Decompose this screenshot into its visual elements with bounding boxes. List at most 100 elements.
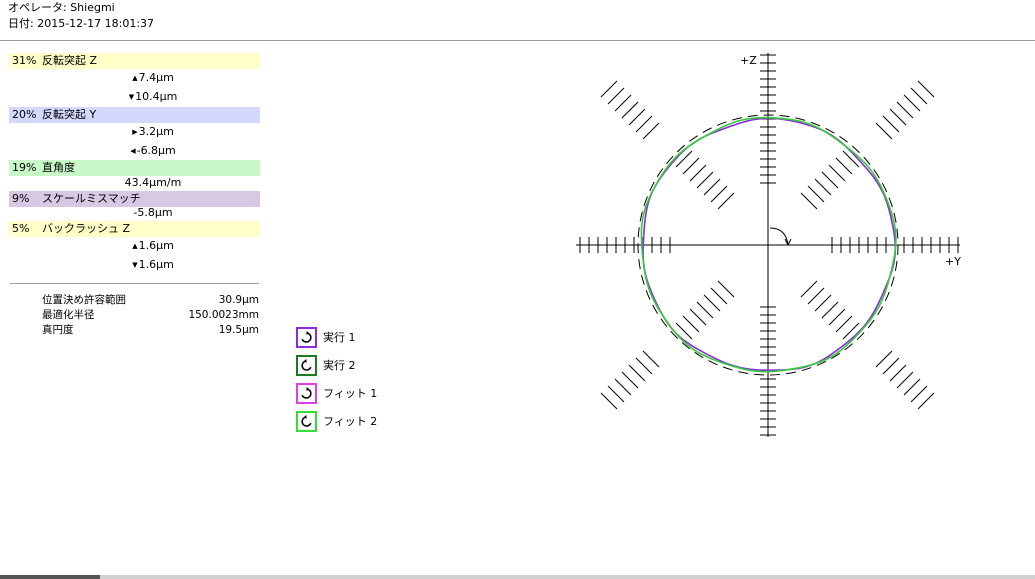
hatch-mark	[875, 350, 893, 368]
hatch-mark	[607, 87, 625, 105]
error-value: ▼1.6μm	[93, 258, 213, 272]
error-band: 19% 直角度	[9, 160, 260, 176]
hatch-mark	[628, 108, 646, 126]
summary-value: 30.9μm	[218, 294, 259, 306]
error-value-text: 3.2μm	[138, 125, 174, 138]
hatch-mark	[910, 87, 928, 105]
legend-label: 実行 2	[323, 359, 356, 372]
hatch-mark	[800, 192, 818, 210]
hatch-mark	[710, 185, 728, 203]
hatch-mark	[903, 94, 921, 112]
hatch-mark	[807, 185, 825, 203]
direction-arrow-icon: ▼	[132, 261, 138, 269]
hatch-mark	[917, 80, 935, 98]
legend-toggle-2[interactable]	[296, 355, 317, 376]
hatch-mark	[875, 122, 893, 140]
legend-label: フィット 1	[323, 387, 378, 400]
plot-axes	[576, 53, 960, 437]
scrollbar-thumb[interactable]	[0, 575, 100, 579]
error-percent: 9%	[12, 192, 30, 205]
summary-divider	[10, 283, 259, 284]
summary-label: 真円度	[42, 324, 74, 336]
hatch-mark	[828, 164, 846, 182]
hatch-mark	[696, 301, 714, 319]
error-value: ▼10.4μm	[93, 90, 213, 104]
hatch-mark	[917, 392, 935, 410]
legend-label: 実行 1	[323, 331, 356, 344]
hatch-mark	[903, 378, 921, 396]
axis-y-label: +Y	[945, 255, 961, 268]
hatch-mark	[621, 101, 639, 119]
rotate-clockwise-icon	[301, 331, 312, 343]
error-value-text: 10.4μm	[135, 90, 178, 103]
error-value-text: -6.8μm	[136, 144, 176, 157]
hatch-mark	[910, 385, 928, 403]
hatch-mark	[814, 178, 832, 196]
hatch-mark	[882, 357, 900, 375]
direction-arrow-icon: ▲	[132, 242, 138, 250]
legend-toggle-4[interactable]	[296, 411, 317, 432]
hatch-mark	[896, 371, 914, 389]
error-value-text: 1.6μm	[138, 258, 174, 271]
error-value-text: -5.8μm	[133, 206, 173, 219]
summary-label: 位置決め許容範囲	[42, 294, 126, 306]
hatch-mark	[600, 80, 618, 98]
hatch-mark	[800, 280, 818, 298]
rotate-counterclockwise-icon	[301, 359, 312, 371]
error-percent: 5%	[12, 222, 30, 235]
operator-label: オペレータ: Shiegmi	[8, 1, 115, 14]
rotate-counterclockwise-icon	[301, 415, 312, 427]
hatch-mark	[682, 157, 700, 175]
axis-z-label: +Z	[740, 54, 757, 67]
hatch-mark	[717, 280, 735, 298]
hatch-mark	[635, 115, 653, 133]
error-name: 反転突起 Y	[42, 108, 97, 121]
circular-test-plot: +Z +Y	[576, 53, 961, 437]
header-divider	[0, 40, 1035, 41]
hatch-mark	[635, 357, 653, 375]
summary-value: 150.0023mm	[188, 309, 259, 321]
hatch-mark	[703, 178, 721, 196]
hatch-mark	[696, 171, 714, 189]
direction-arrow-icon: ▼	[128, 93, 135, 101]
hatch-mark	[642, 122, 660, 140]
hatch-mark	[821, 171, 839, 189]
hatch-mark	[689, 164, 707, 182]
error-name: 直角度	[42, 161, 75, 174]
summary-label: 最適化半径	[42, 309, 95, 321]
error-value-text: 43.4μm/m	[124, 176, 182, 189]
hatch-mark	[628, 364, 646, 382]
hatch-mark	[814, 294, 832, 312]
hatch-mark	[835, 157, 853, 175]
error-value: ▲1.6μm	[93, 239, 213, 253]
hatch-mark	[600, 392, 618, 410]
error-percent: 20%	[12, 108, 37, 121]
error-band: 31% 反転突起 Z	[9, 53, 260, 69]
hatch-mark	[821, 301, 839, 319]
hatch-mark	[896, 101, 914, 119]
hatch-mark	[621, 371, 639, 389]
legend-toggle-3[interactable]	[296, 383, 317, 404]
error-band: 20% 反転突起 Y	[9, 107, 260, 123]
error-percent: 19%	[12, 161, 37, 174]
hatch-mark	[642, 350, 660, 368]
hatch-mark	[614, 378, 632, 396]
legend-toggle-1[interactable]	[296, 327, 317, 348]
hatch-mark	[807, 287, 825, 305]
error-name: バックラッシュ Z	[42, 222, 131, 235]
direction-arrow-icon: ▲	[132, 74, 138, 82]
error-band: 9% スケールミスマッチ	[9, 191, 260, 207]
error-value-text: 1.6μm	[138, 239, 174, 252]
error-name: 反転突起 Z	[42, 54, 98, 67]
hatch-mark	[607, 385, 625, 403]
date-label: 日付: 2015-12-17 18:01:37	[8, 17, 155, 30]
hatch-mark	[889, 364, 907, 382]
error-value: ▲7.4μm	[93, 71, 213, 85]
error-value: ◀-6.8μm	[93, 144, 213, 158]
error-value: -5.8μm	[93, 206, 213, 220]
direction-arrow-icon: ◀	[130, 147, 136, 155]
hatch-mark	[842, 150, 860, 168]
bottom-scrollbar[interactable]	[0, 575, 1035, 579]
hatch-mark	[675, 150, 693, 168]
hatch-mark	[682, 315, 700, 333]
